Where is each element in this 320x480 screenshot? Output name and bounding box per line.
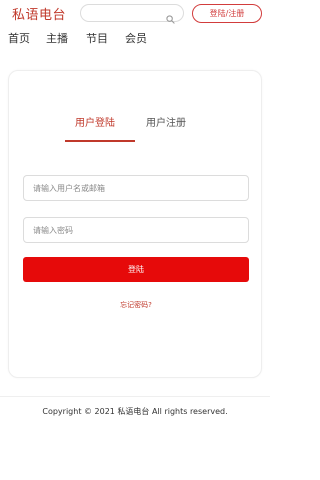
login-submit-button[interactable]: 登陆: [23, 257, 249, 282]
active-tab-indicator: [65, 140, 135, 142]
forgot-password-link[interactable]: 忘记密码?: [9, 300, 263, 310]
main-nav: 首页 主播 节目 会员: [0, 32, 270, 50]
search-box[interactable]: [80, 4, 184, 24]
username-field[interactable]: [23, 175, 249, 201]
username-input[interactable]: [33, 183, 233, 194]
site-logo[interactable]: 私语电台: [12, 4, 66, 23]
nav-item-programs[interactable]: 节目: [86, 32, 108, 46]
password-input[interactable]: [33, 225, 233, 236]
footer-copyright: Copyright © 2021 私语电台 All rights reserve…: [42, 407, 228, 416]
password-field[interactable]: [23, 217, 249, 243]
tab-register[interactable]: 用户注册: [146, 117, 186, 131]
nav-item-home[interactable]: 首页: [8, 32, 30, 46]
footer-divider: [0, 396, 270, 397]
search-icon[interactable]: [166, 9, 175, 24]
top-bar: 私语电台 登陆/注册: [0, 0, 270, 28]
auth-panel: 用户登陆 用户注册 登陆 忘记密码?: [8, 70, 262, 378]
nav-item-membership[interactable]: 会员: [125, 32, 147, 46]
search-input[interactable]: [89, 7, 163, 19]
tab-login[interactable]: 用户登陆: [75, 117, 115, 131]
nav-item-anchors[interactable]: 主播: [46, 32, 68, 46]
login-register-button[interactable]: 登陆/注册: [192, 4, 262, 23]
